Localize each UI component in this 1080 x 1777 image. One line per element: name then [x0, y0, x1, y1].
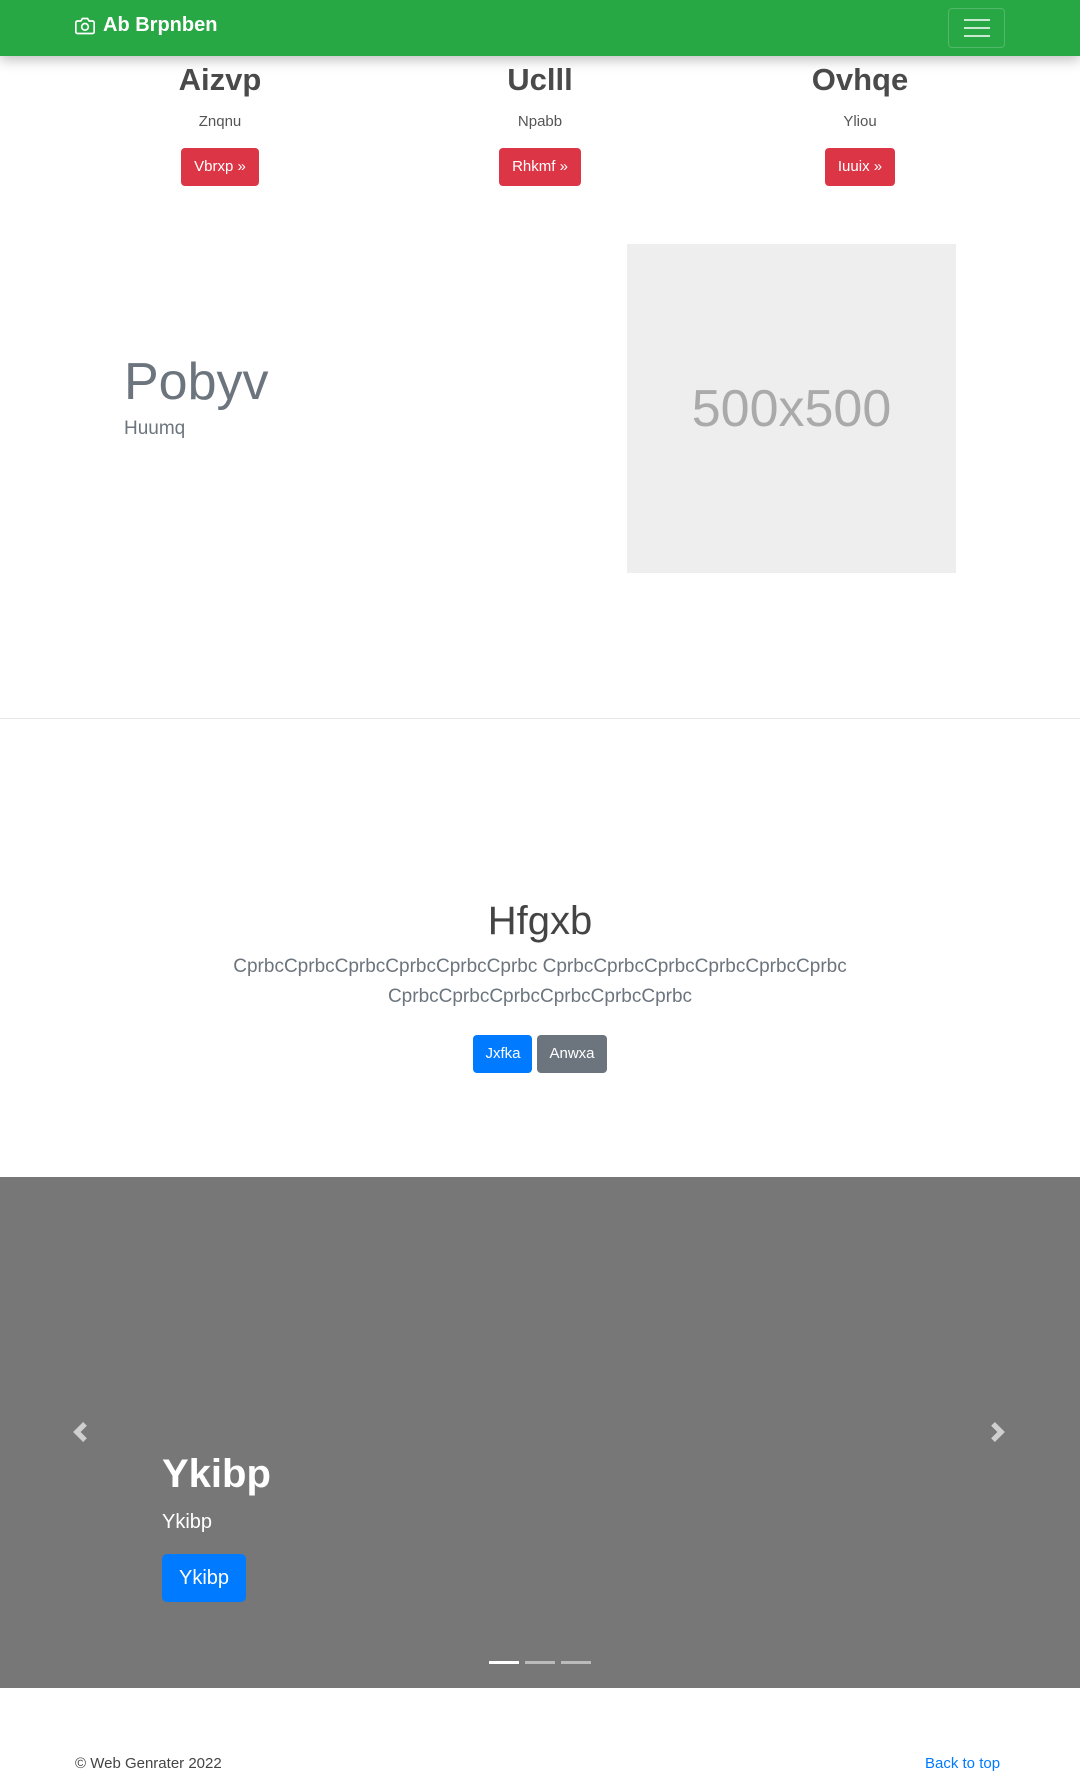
- secondary-button[interactable]: Anwxa: [537, 1035, 607, 1073]
- carousel-indicator[interactable]: [489, 1661, 519, 1664]
- image-placeholder-text: 500x500: [691, 379, 892, 438]
- navbar-toggler-button[interactable]: [948, 8, 1005, 48]
- column-title: Uclll: [507, 62, 573, 97]
- carousel-text: Ykibp: [162, 1511, 213, 1533]
- carousel: Ykibp Ykibp Ykibp: [0, 1177, 1080, 1688]
- carousel-button[interactable]: Ykibp: [162, 1554, 247, 1602]
- column-title: Ovhqe: [811, 62, 909, 97]
- carousel-indicators: [0, 1661, 1080, 1664]
- carousel-indicator[interactable]: [525, 1661, 555, 1664]
- primary-button[interactable]: Jxfka: [473, 1035, 533, 1073]
- column-text: Yliou: [843, 113, 877, 130]
- featurette-image: 500x500: [627, 244, 956, 573]
- chevron-left-icon: [73, 1422, 87, 1442]
- carousel-prev-button[interactable]: [70, 1417, 90, 1451]
- footer-copyright: © Web Genrater 2022: [75, 1755, 222, 1772]
- column-1: Aizvp Znqnu Vbrxp »: [60, 56, 380, 186]
- brand-name: Ab Brpnben: [103, 14, 218, 36]
- featurette-subtitle: Huumq: [124, 418, 186, 439]
- column-text: Npabb: [517, 113, 563, 130]
- featurette-title: Pobyv: [124, 353, 269, 411]
- column-text: Znqnu: [198, 113, 242, 130]
- column-2: Uclll Npabb Rhkmf »: [380, 56, 700, 186]
- brand-link[interactable]: Ab Brpnben: [75, 14, 217, 37]
- carousel-caption: Ykibp Ykibp Ykibp: [162, 1449, 271, 1602]
- hamburger-icon-line: [963, 35, 990, 37]
- chevron-right-icon: [991, 1422, 1005, 1442]
- carousel-next-button[interactable]: [988, 1417, 1008, 1451]
- hamburger-icon-line: [963, 19, 990, 21]
- column-button[interactable]: Vbrxp »: [181, 148, 259, 186]
- jumbotron-lead: CprbcCprbcCprbcCprbcCprbcCprbc CprbcCprb…: [233, 956, 847, 1007]
- jumbotron-buttons: Jxfka Anwxa: [0, 1035, 1080, 1073]
- column-button[interactable]: Rhkmf »: [499, 148, 581, 186]
- back-to-top-link[interactable]: Back to top: [925, 1755, 1000, 1772]
- carousel-indicator[interactable]: [561, 1661, 591, 1664]
- section-divider: [0, 718, 1080, 719]
- carousel-title: Ykibp: [162, 1452, 271, 1496]
- column-title: Aizvp: [178, 62, 262, 97]
- camera-icon: [75, 17, 95, 34]
- column-3: Ovhqe Yliou Iuuix »: [700, 56, 1020, 186]
- hamburger-icon-line: [963, 27, 990, 29]
- jumbotron-title: Hfgxb: [487, 899, 593, 943]
- column-button[interactable]: Iuuix »: [824, 148, 896, 186]
- navbar: Ab Brpnben: [0, 0, 1080, 56]
